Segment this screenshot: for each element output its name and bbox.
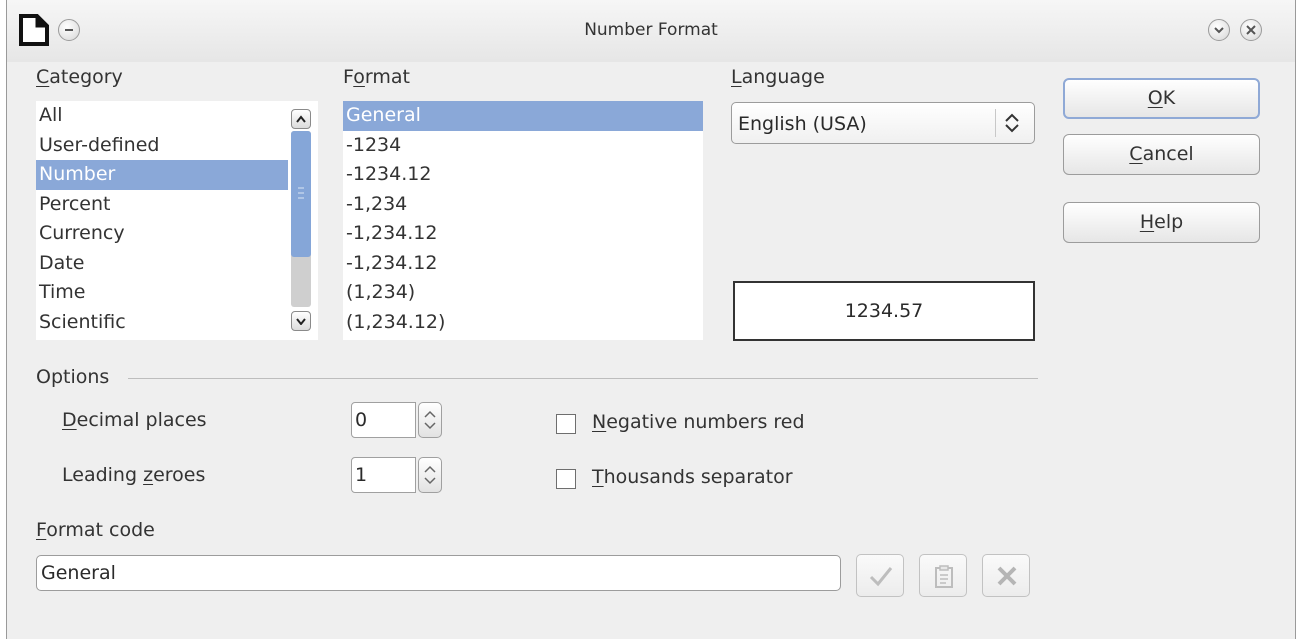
category-list-item[interactable]: Time <box>36 278 288 308</box>
format-code-label: Format code <box>36 519 155 541</box>
format-code-input[interactable]: General <box>36 555 841 591</box>
category-list-item[interactable]: Number <box>36 160 288 190</box>
category-list-item[interactable]: All <box>36 101 288 131</box>
format-list-item[interactable]: -1234 <box>343 131 703 161</box>
category-list-item[interactable]: Date <box>36 249 288 279</box>
category-scroll-track[interactable] <box>291 131 311 307</box>
format-list-item[interactable]: General <box>343 101 703 131</box>
title-bar[interactable]: Number Format <box>7 0 1295 62</box>
ok-button[interactable]: OK <box>1063 78 1260 119</box>
leading-zeroes-label: Leading zeroes <box>62 464 206 486</box>
up-down-arrows-icon <box>1005 113 1019 133</box>
checkmark-icon[interactable] <box>856 554 904 597</box>
language-value: English (USA) <box>738 113 867 135</box>
thousands-separator-checkbox[interactable] <box>556 469 576 489</box>
close-icon[interactable] <box>1240 19 1262 41</box>
edit-comment-icon[interactable] <box>919 554 967 597</box>
format-list-item[interactable]: -1,234.12 <box>343 219 703 249</box>
scroll-down-icon[interactable] <box>291 311 311 331</box>
format-list: General -1234 -1234.12 -1,234 -1,234.12 -1,23… <box>343 101 703 340</box>
leading-zeroes-arrows[interactable] <box>418 457 442 493</box>
help-button[interactable]: Help <box>1063 202 1260 243</box>
decimal-places-label: Decimal places <box>62 409 207 431</box>
format-list-item[interactable]: -1,234.12 <box>343 249 703 279</box>
thousands-separator-label: Thousands separator <box>592 466 793 488</box>
category-list: All User-defined Number Percent Currency Date… <box>36 101 318 340</box>
category-list-item[interactable]: Currency <box>36 219 288 249</box>
category-items: All User-defined Number Percent Currency Date… <box>36 101 318 337</box>
category-scroll-thumb[interactable] <box>291 131 311 257</box>
number-format-dialog: Number Format Category All User-defined Nu… <box>6 0 1296 639</box>
options-separator <box>128 378 1038 379</box>
format-label: Format <box>343 66 410 88</box>
negative-numbers-red-label: Negative numbers red <box>592 411 805 433</box>
format-list-item[interactable]: (1,234.12) <box>343 308 703 338</box>
negative-numbers-red-checkbox[interactable] <box>556 414 576 434</box>
options-label: Options <box>36 366 110 388</box>
format-items: General -1234 -1234.12 -1,234 -1,234.12 -1,23… <box>343 101 703 337</box>
window-title: Number Format <box>584 20 718 40</box>
leading-zeroes-spinner[interactable]: 1 <box>351 457 443 493</box>
category-list-item[interactable]: Scientific <box>36 308 288 338</box>
decimal-places-input[interactable]: 0 <box>351 402 416 438</box>
minimize-icon[interactable] <box>1208 19 1230 41</box>
decimal-places-arrows[interactable] <box>418 402 442 438</box>
format-list-item[interactable]: -1,234 <box>343 190 703 220</box>
language-select[interactable]: English (USA) <box>731 102 1035 144</box>
category-list-item[interactable]: User-defined <box>36 131 288 161</box>
category-label: Category <box>36 66 123 88</box>
category-list-item[interactable]: Percent <box>36 190 288 220</box>
cancel-button[interactable]: Cancel <box>1063 134 1260 175</box>
delete-icon[interactable] <box>982 554 1030 597</box>
format-list-item[interactable]: (1,234) <box>343 278 703 308</box>
leading-zeroes-input[interactable]: 1 <box>351 457 416 493</box>
language-label: Language <box>731 66 825 88</box>
decimal-places-spinner[interactable]: 0 <box>351 402 443 438</box>
scroll-up-icon[interactable] <box>291 109 311 129</box>
format-list-item[interactable]: -1234.12 <box>343 160 703 190</box>
format-preview: 1234.57 <box>733 281 1035 341</box>
